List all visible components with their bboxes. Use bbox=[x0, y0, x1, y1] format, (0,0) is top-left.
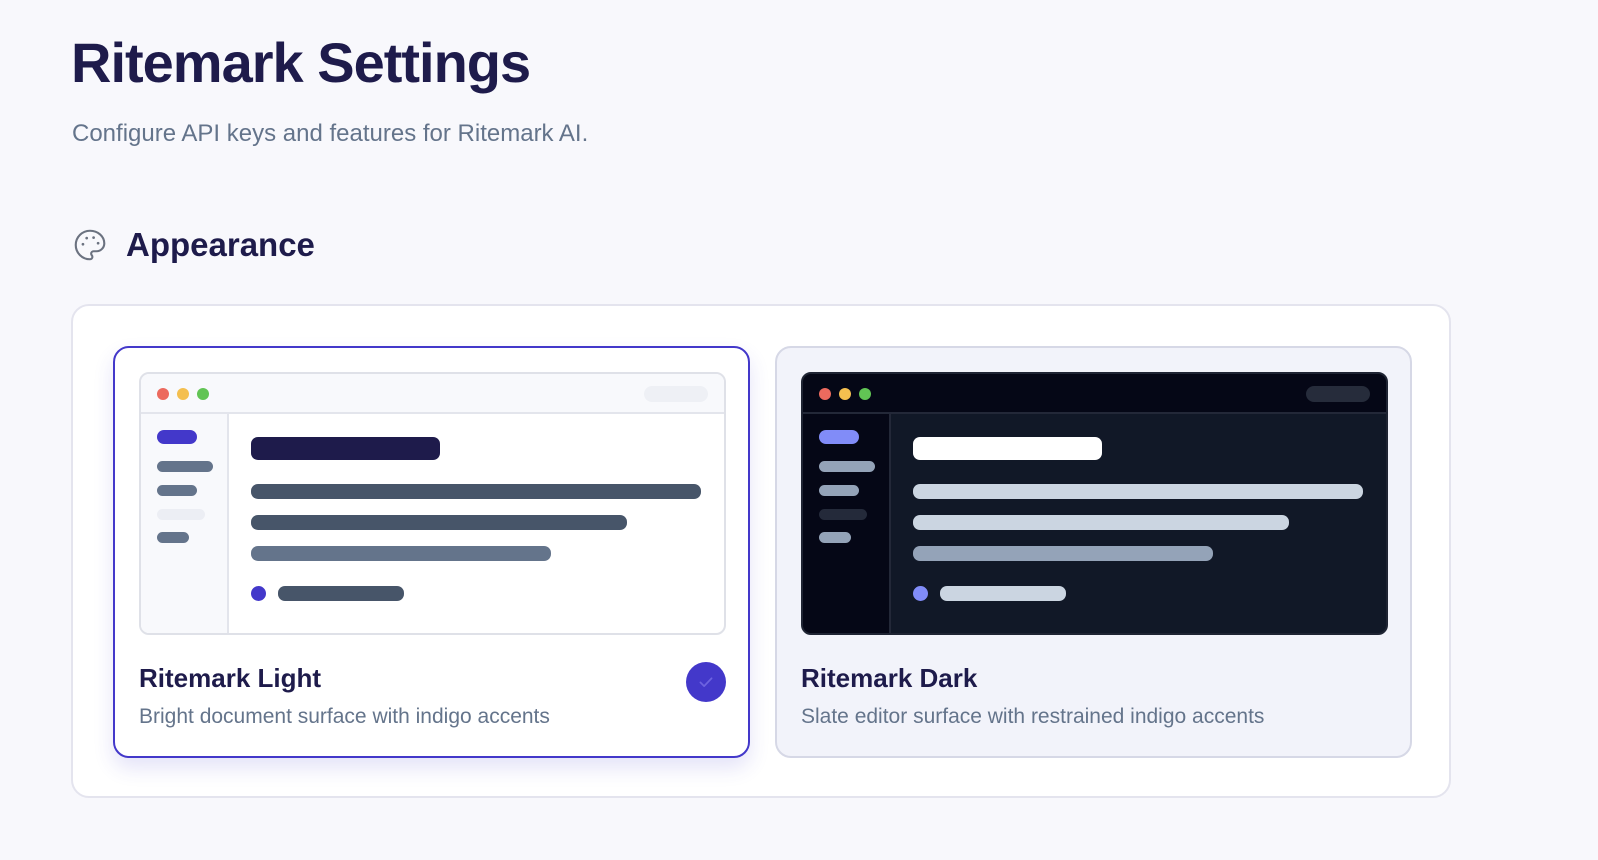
preview-titlebar-pill bbox=[644, 386, 708, 402]
appearance-panel: Ritemark Light Bright document surface w… bbox=[71, 304, 1451, 798]
preview-text-line bbox=[251, 515, 627, 530]
preview-accent-dot bbox=[251, 586, 266, 601]
preview-sidebar-item bbox=[819, 485, 859, 496]
window-close-dot bbox=[819, 388, 831, 400]
preview-titlebar-pill bbox=[1306, 386, 1370, 402]
preview-text-line bbox=[913, 546, 1213, 561]
window-maximize-dot bbox=[859, 388, 871, 400]
appearance-section-header: Appearance bbox=[72, 222, 315, 268]
preview-titlebar bbox=[803, 374, 1386, 414]
preview-sidebar-active-item bbox=[819, 430, 859, 444]
preview-text-line bbox=[913, 484, 1363, 499]
preview-sidebar bbox=[803, 414, 891, 633]
preview-titlebar bbox=[141, 374, 724, 414]
appearance-section-title: Appearance bbox=[126, 226, 315, 263]
preview-sidebar bbox=[141, 414, 229, 633]
page-subtitle: Configure API keys and features for Rite… bbox=[72, 120, 589, 147]
preview-text-line bbox=[251, 484, 701, 499]
palette-icon bbox=[74, 229, 106, 261]
page-title: Ritemark Settings bbox=[71, 31, 531, 94]
preview-sidebar-item bbox=[157, 532, 189, 543]
preview-text-line bbox=[940, 586, 1066, 601]
window-close-dot bbox=[157, 388, 169, 400]
checkmark-icon bbox=[699, 677, 713, 687]
window-minimize-dot bbox=[839, 388, 851, 400]
selected-check-badge bbox=[686, 662, 726, 702]
preview-sidebar-item bbox=[157, 485, 197, 496]
theme-name: Ritemark Dark bbox=[801, 663, 978, 693]
theme-description: Slate editor surface with restrained ind… bbox=[801, 705, 1265, 728]
theme-description: Bright document surface with indigo acce… bbox=[139, 705, 550, 728]
preview-sidebar-item bbox=[819, 461, 875, 472]
preview-accent-dot bbox=[913, 586, 928, 601]
preview-sidebar-active-item bbox=[157, 430, 197, 444]
theme-name: Ritemark Light bbox=[139, 663, 322, 693]
preview-text-line bbox=[278, 586, 404, 601]
theme-preview-dark bbox=[801, 372, 1388, 635]
preview-text-line bbox=[251, 546, 551, 561]
preview-heading-bar bbox=[251, 437, 440, 460]
theme-card-ritemark-light[interactable]: Ritemark Light Bright document surface w… bbox=[113, 346, 750, 758]
theme-card-ritemark-dark[interactable]: Ritemark Dark Slate editor surface with … bbox=[775, 346, 1412, 758]
preview-text-line bbox=[913, 515, 1289, 530]
preview-sidebar-item bbox=[819, 509, 867, 520]
window-maximize-dot bbox=[197, 388, 209, 400]
preview-sidebar-item bbox=[819, 532, 851, 543]
preview-heading-bar bbox=[913, 437, 1102, 460]
window-minimize-dot bbox=[177, 388, 189, 400]
preview-sidebar-item bbox=[157, 461, 213, 472]
preview-sidebar-item bbox=[157, 509, 205, 520]
theme-preview-light bbox=[139, 372, 726, 635]
